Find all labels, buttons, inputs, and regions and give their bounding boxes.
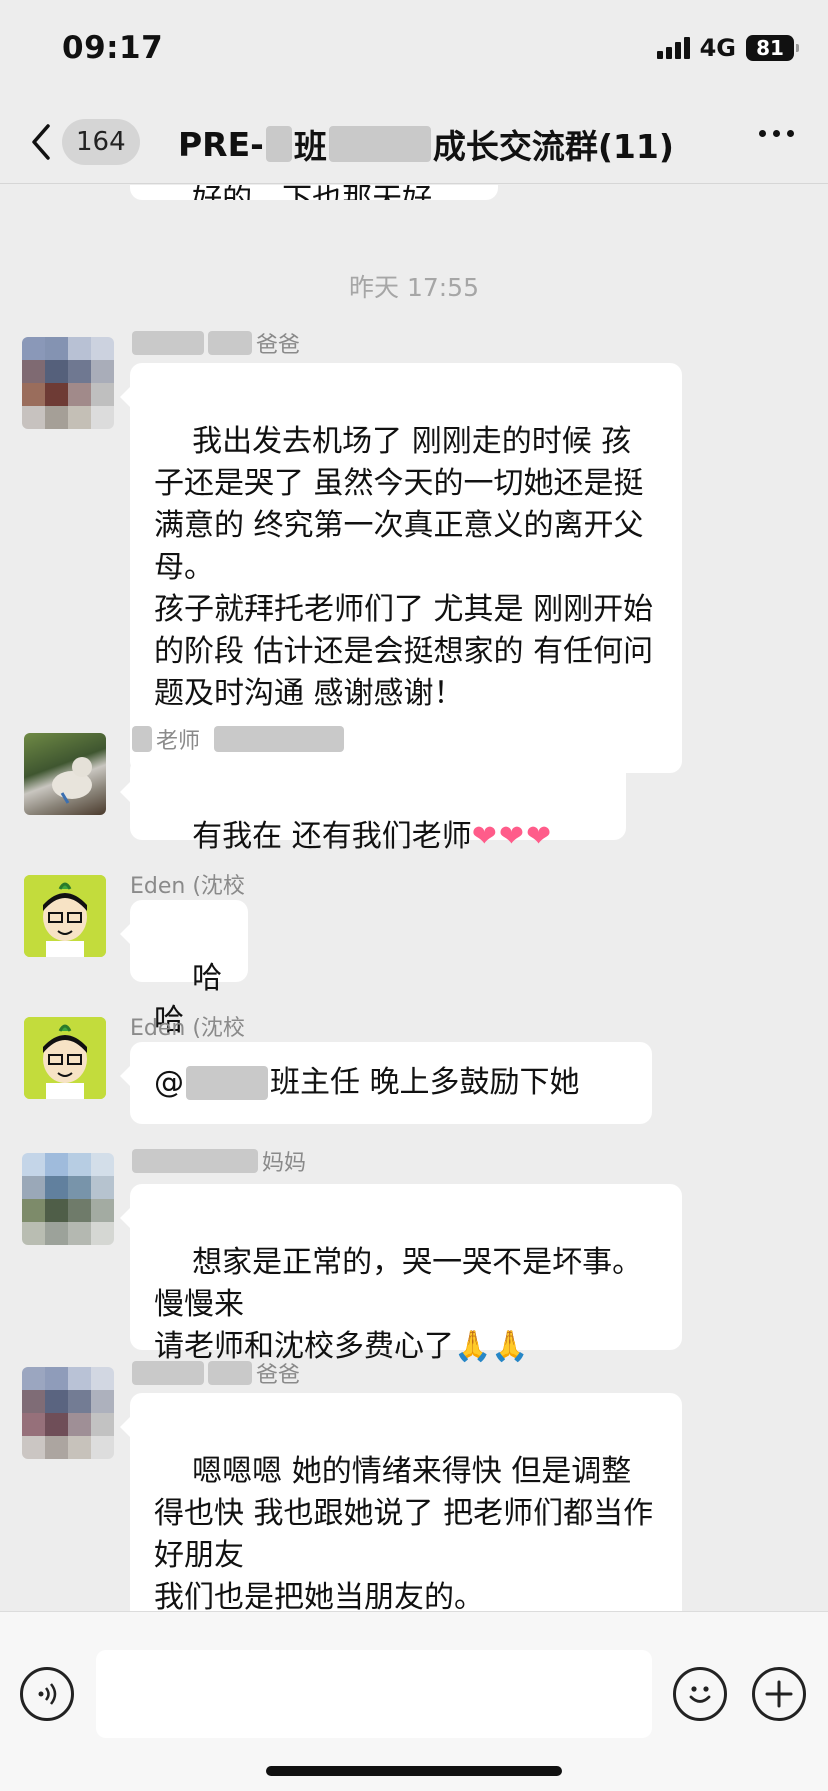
back-button[interactable]: 164	[30, 115, 140, 169]
home-indicator	[266, 1766, 562, 1776]
redacted-text	[208, 1361, 252, 1385]
message-text: 班主任 晚上多鼓励下她	[270, 1065, 580, 1100]
avatar[interactable]	[22, 1367, 114, 1459]
status-indicators: 4G 81	[656, 34, 799, 62]
more-options-button[interactable]	[759, 130, 794, 137]
avatar[interactable]	[22, 1153, 114, 1245]
message-timestamp: 昨天 17:55	[349, 273, 479, 302]
chat-title-prefix: PRE-	[178, 124, 264, 164]
redacted-text	[186, 1066, 268, 1100]
message-bubble[interactable]: 哈哈	[120, 900, 248, 1038]
chevron-left-icon	[32, 124, 50, 160]
message-text: 好的，下也那天好	[192, 185, 432, 200]
praying-hands-emoji-icon: 🙏🙏	[454, 1329, 529, 1364]
sender-name: 妈妈	[132, 1145, 306, 1177]
plus-icon	[765, 1680, 793, 1708]
avatar[interactable]	[24, 875, 106, 957]
mention-symbol: @	[154, 1065, 184, 1100]
message-bubble[interactable]: 好的，下也那天好	[130, 185, 498, 200]
message-bubble[interactable]: 我出发去机场了 刚刚走的时候 孩子还是哭了 虽然今天的一切她还是挺满意的 终究第…	[120, 363, 682, 773]
message-bubble[interactable]: 想家是正常的，哭一哭不是坏事。 慢慢来 请老师和沈校多费心了🙏🙏	[120, 1184, 682, 1364]
message-bubble[interactable]: @ 班主任 晚上多鼓励下她	[120, 1042, 652, 1124]
dog-photo-icon	[52, 757, 92, 804]
chat-title-mid: 班	[293, 127, 327, 166]
message-text: 我出发去机场了 刚刚走的时候 孩子还是哭了 虽然今天的一切她还是挺满意的 终究第…	[154, 424, 654, 711]
battery-icon: 81	[746, 35, 799, 61]
voice-icon	[38, 1683, 57, 1705]
sender-name: Eden (沈校	[130, 874, 245, 899]
heart-emoji-icon: ❤❤❤	[471, 819, 554, 854]
voice-input-button[interactable]	[20, 1667, 74, 1721]
message-list[interactable]: 好的，下也那天好 昨天 17:55 爸爸 我出发去机场了 刚刚走的时候 孩子还是…	[0, 185, 828, 1611]
redacted-text	[265, 126, 292, 162]
smiley-icon	[689, 1686, 711, 1703]
message-bubble[interactable]: 嗯嗯嗯 她的情绪来得快 但是调整得也快 我也跟她说了 把老师们都当作好朋友 我们…	[120, 1393, 682, 1611]
message-bubble[interactable]: 有我在 还有我们老师❤❤❤	[120, 758, 626, 854]
message-text: 有我在 还有我们老师	[192, 819, 472, 854]
avatar[interactable]	[24, 1017, 106, 1099]
message-text: 嗯嗯嗯 她的情绪来得快 但是调整得也快 我也跟她说了 把老师们都当作好朋友 我们…	[154, 1454, 654, 1611]
cartoon-face-icon	[24, 1017, 106, 1099]
sender-name: 爸爸	[132, 1357, 300, 1389]
redacted-text	[132, 726, 152, 752]
chat-header: 164 PRE- 班 成长交流群(11)	[0, 100, 828, 184]
sender-name: 老师	[132, 723, 345, 755]
sender-name: Eden (沈校	[130, 1016, 245, 1041]
emoji-button[interactable]	[673, 1667, 727, 1721]
more-actions-button[interactable]	[752, 1667, 806, 1721]
input-bar	[0, 1611, 828, 1791]
message-input[interactable]	[96, 1650, 652, 1738]
redacted-text	[132, 1149, 258, 1173]
network-type: 4G	[699, 34, 736, 62]
cartoon-face-icon	[24, 875, 106, 957]
signal-icon	[656, 37, 690, 59]
redacted-text	[132, 1361, 204, 1385]
redacted-text	[208, 331, 252, 355]
avatar[interactable]	[22, 337, 114, 429]
chat-title[interactable]: PRE- 班 成长交流群(11)	[178, 120, 674, 168]
sender-name: 爸爸	[132, 327, 300, 359]
avatar[interactable]	[24, 733, 106, 815]
message-text: 想家是正常的，哭一哭不是坏事。 慢慢来 请老师和沈校多费心了	[154, 1245, 643, 1364]
redacted-text	[214, 726, 345, 752]
chat-title-suffix: 成长交流群(11)	[432, 127, 674, 166]
battery-level: 81	[756, 36, 784, 60]
status-time: 09:17	[62, 30, 164, 66]
unread-count-badge: 164	[62, 119, 140, 165]
redacted-text	[132, 331, 204, 355]
status-bar: 09:17 4G 81	[0, 0, 828, 100]
redacted-text	[328, 126, 431, 162]
